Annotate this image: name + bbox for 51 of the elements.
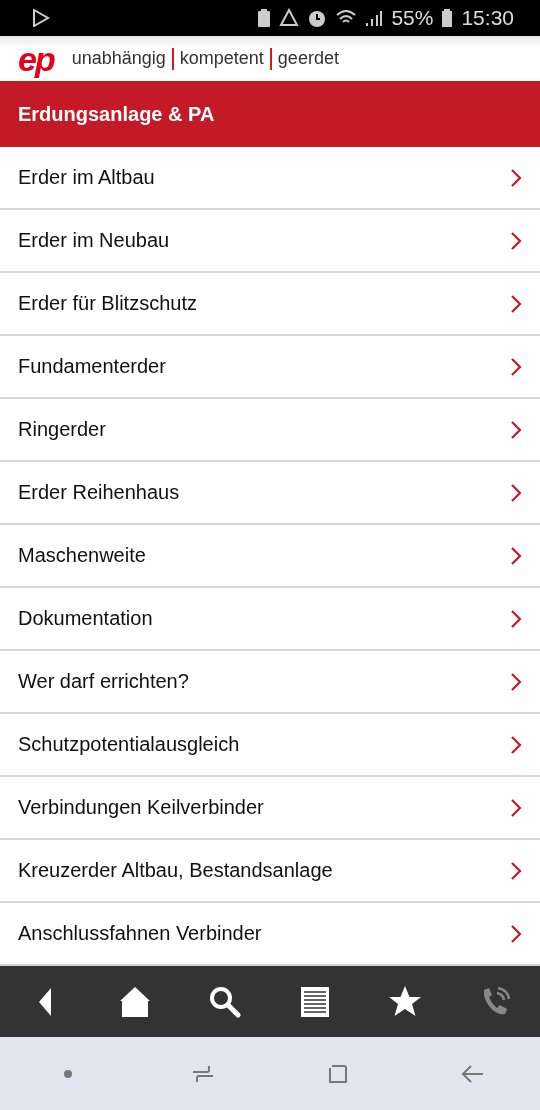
alarm-icon: [307, 8, 328, 28]
chevron-icon: [510, 797, 522, 818]
item-label: Erder im Altbau: [18, 166, 155, 189]
search-icon: [207, 984, 243, 1020]
item-label: Anschlussfahnen Verbinder: [18, 922, 262, 945]
item-label: Dokumentation: [18, 607, 153, 630]
menu-item[interactable]: Schutzpotentialausgleich: [0, 714, 540, 777]
item-label: Verbindungen Keilverbinder: [18, 796, 264, 819]
menu-item[interactable]: Maschenweite: [0, 525, 540, 588]
chevron-icon: [510, 671, 522, 692]
menu-item[interactable]: Erder Reihenhaus: [0, 462, 540, 525]
section-title: Erdungsanlage & PA: [0, 81, 540, 147]
chevron-icon: [510, 293, 522, 314]
battery-percentage: 55%: [391, 6, 434, 30]
clock-time: 15:30: [461, 6, 514, 30]
item-label: Erder im Neubau: [18, 229, 170, 252]
item-label: Erder Reihenhaus: [18, 481, 180, 504]
brand-logo: ep: [18, 41, 54, 76]
chevron-icon: [510, 545, 522, 566]
menu-item[interactable]: Erder im Neubau: [0, 210, 540, 273]
chevron-icon: [510, 167, 522, 188]
menu-item[interactable]: Erder für Blitzschutz: [0, 273, 540, 336]
item-label: Kreuzerder Altbau, Bestandsanlage: [18, 859, 333, 882]
menu-item[interactable]: Ringerder: [0, 399, 540, 462]
menu-item[interactable]: Verbindungen Keilverbinder: [0, 777, 540, 840]
item-label: Erder für Blitzschutz: [18, 292, 197, 315]
chevron-icon: [510, 734, 522, 755]
menu-item[interactable]: Erder im Altbau: [0, 147, 540, 210]
chevron-icon: [510, 230, 522, 251]
chevron-icon: [510, 419, 522, 440]
item-label: Wer darf errichten?: [18, 670, 189, 693]
menu-item[interactable]: Fundamenterder: [0, 336, 540, 399]
tagline-word: unabhängig: [71, 48, 166, 69]
chevron-icon: [510, 608, 522, 629]
item-label: Ringerder: [18, 418, 106, 441]
tagline-word: kompetent: [179, 48, 264, 69]
menu-item[interactable]: Kreuzerder Altbau, Bestandsanlage: [0, 840, 540, 903]
menu-item[interactable]: Wer darf errichten?: [0, 651, 540, 714]
play-store-icon: [32, 9, 50, 27]
signal-icon: [365, 9, 384, 27]
chevron-icon: [510, 356, 522, 377]
item-label: Fundamenterder: [18, 355, 166, 378]
tagline-word: geerdet: [277, 48, 339, 69]
battery-saver-icon: [257, 8, 272, 28]
chevron-icon: [510, 923, 522, 944]
item-label: Maschenweite: [18, 544, 146, 567]
battery-icon: [441, 8, 454, 28]
chevron-icon: [510, 482, 522, 503]
chevron-icon: [510, 860, 522, 881]
menu-item[interactable]: Dokumentation: [0, 588, 540, 651]
item-label: Schutzpotentialausgleich: [18, 733, 240, 756]
